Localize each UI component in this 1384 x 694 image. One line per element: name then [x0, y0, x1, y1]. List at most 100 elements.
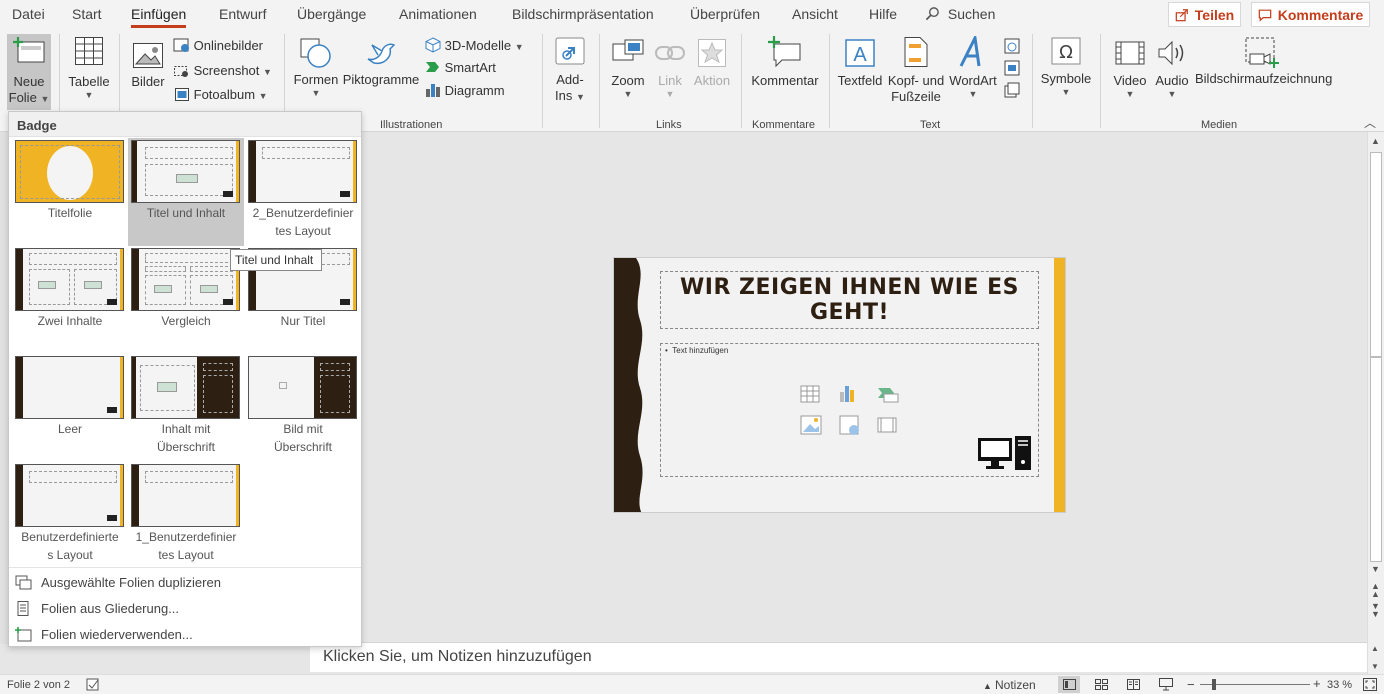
chevron-down-icon: ▼: [258, 91, 268, 101]
accessibility-check-icon[interactable]: [86, 678, 100, 691]
symbols-button[interactable]: Ω Symbole ▼: [1040, 34, 1092, 110]
scroll-thumb-lower[interactable]: [1370, 357, 1382, 562]
share-button[interactable]: Teilen: [1168, 2, 1241, 27]
addins-button[interactable]: Add- Ins ▼: [550, 34, 590, 110]
divider: [599, 34, 600, 128]
slides-from-outline-command[interactable]: Folien aus Gliederung...: [9, 597, 361, 621]
screen-recording-button[interactable]: Bildschirmaufzeichnung: [1195, 34, 1332, 110]
zoom-out-icon[interactable]: −: [1187, 677, 1195, 692]
scroll-down-icon[interactable]: ▼: [1371, 662, 1379, 671]
wordart-button[interactable]: WordArt ▼: [947, 34, 999, 110]
layout-2-benutzerdefiniertes[interactable]: 2_Benutzerdefinier tes Layout: [245, 138, 361, 246]
layout-bild-mit-ueberschrift[interactable]: Bild mit Überschrift: [245, 354, 361, 462]
table-label: Tabelle: [68, 74, 110, 89]
layout-thumbnail: [15, 140, 124, 203]
layout-benutzerdefiniertes[interactable]: Benutzerdefinierte s Layout: [12, 462, 128, 570]
new-slide-button[interactable]: Neue Folie ▼: [7, 34, 51, 110]
scroll-down-icon[interactable]: ▼: [1371, 564, 1380, 574]
tab-entwurf[interactable]: Entwurf: [219, 6, 266, 22]
thumb-wave: [16, 249, 23, 310]
chevron-down-icon: ▼: [514, 42, 524, 52]
icons-button[interactable]: Piktogramme: [342, 34, 420, 110]
reading-view-icon[interactable]: [1127, 679, 1140, 690]
zoom-slider-thumb[interactable]: [1212, 679, 1216, 690]
chart-label: Diagramm: [444, 83, 505, 98]
layout-titelfolie[interactable]: Titelfolie: [12, 138, 128, 246]
table-icon: [75, 37, 103, 65]
slide-title[interactable]: WIR ZEIGEN IHNEN WIE ES GEHT!: [660, 271, 1039, 329]
table-button[interactable]: Tabelle ▼: [66, 34, 112, 110]
slide-sorter-icon[interactable]: [1095, 679, 1108, 690]
tab-ansicht[interactable]: Ansicht: [792, 6, 838, 22]
zoom-level[interactable]: 33 %: [1327, 679, 1352, 691]
3d-models-label: 3D-Modelle: [444, 38, 512, 53]
textbox-button[interactable]: A Textfeld: [837, 34, 883, 110]
object-icon[interactable]: [1004, 82, 1020, 98]
reuse-slides-icon: [15, 627, 32, 642]
placeholder: [203, 363, 233, 371]
tab-animationen[interactable]: Animationen: [399, 6, 477, 22]
header-footer-button[interactable]: Kopf- und Fußzeile: [885, 34, 947, 110]
action-button[interactable]: Aktion: [692, 34, 732, 110]
tab-start[interactable]: Start: [72, 6, 102, 22]
reuse-slides-command[interactable]: Folien wiederverwenden...: [9, 623, 361, 647]
vertical-scrollbar[interactable]: ▲ ▼ ▲ ▲ ▼ ▼: [1367, 132, 1384, 644]
notes-field[interactable]: Klicken Sie, um Notizen hinzuzufügen: [310, 642, 1367, 672]
layout-titel-und-inhalt[interactable]: Titel und Inhalt: [128, 138, 244, 246]
date-time-icon[interactable]: [1004, 38, 1020, 54]
notes-toggle[interactable]: ▲ Notizen: [983, 678, 1036, 692]
slideshow-icon[interactable]: [1159, 678, 1173, 691]
duplicate-slides-command[interactable]: Ausgewählte Folien duplizieren: [9, 571, 361, 595]
current-slide[interactable]: WIR ZEIGEN IHNEN WIE ES GEHT! • Text hin…: [613, 257, 1066, 513]
previous-slide-icon[interactable]: ▲ ▲: [1371, 582, 1380, 599]
tab-bildschirmpraesentation[interactable]: Bildschirmpräsentation: [512, 6, 654, 22]
zoom-in-icon[interactable]: +: [1313, 676, 1321, 691]
fit-to-window-icon[interactable]: [1363, 678, 1377, 691]
search-box[interactable]: Suchen: [925, 6, 995, 22]
online-images-button[interactable]: Onlinebilder: [173, 38, 263, 53]
notes-scrollbar[interactable]: ▲ ▼: [1367, 642, 1384, 674]
chevron-down-icon: ▼: [968, 89, 978, 99]
zoom-slider-track[interactable]: [1200, 684, 1310, 685]
video-button[interactable]: Video ▼: [1109, 34, 1151, 110]
layout-zwei-inhalte[interactable]: Zwei Inhalte: [12, 246, 128, 354]
layout-inhalt-mit-ueberschrift[interactable]: Inhalt mit Überschrift: [128, 354, 244, 462]
collapse-ribbon-icon[interactable]: ︿: [1364, 114, 1376, 131]
smartart-button[interactable]: SmartArt: [425, 60, 496, 75]
layout-caption-line: 1_Benutzerdefinier: [135, 530, 237, 544]
tab-einfuegen[interactable]: Einfügen: [131, 6, 187, 28]
comments-label: Kommentare: [1277, 6, 1364, 23]
insert-smartart-icon: [878, 388, 899, 403]
scroll-thumb[interactable]: [1370, 152, 1382, 357]
film-icon: [1115, 41, 1145, 65]
content-placeholder[interactable]: • Text hinzufügen: [660, 343, 1039, 477]
tab-datei[interactable]: Datei: [12, 6, 45, 22]
slide-number-icon[interactable]: [1004, 60, 1020, 76]
chart-button[interactable]: Diagramm: [425, 82, 505, 98]
layout-1-benutzerdefiniertes[interactable]: 1_Benutzerdefinier tes Layout: [128, 462, 244, 570]
next-slide-icon[interactable]: ▼ ▼: [1371, 602, 1380, 619]
tab-hilfe[interactable]: Hilfe: [869, 6, 897, 22]
textbox-label: Textfeld: [837, 73, 883, 88]
chevron-down-icon: ▼: [1061, 87, 1071, 97]
comments-button[interactable]: Kommentare: [1251, 2, 1370, 27]
layout-vergleich[interactable]: Vergleich: [128, 246, 244, 354]
thumb-stripe: [120, 357, 123, 418]
link-button[interactable]: Link ▼: [652, 34, 688, 110]
shapes-button[interactable]: Formen ▼: [292, 34, 340, 110]
scroll-up-icon[interactable]: ▲: [1371, 136, 1380, 146]
comment-button[interactable]: Kommentar: [749, 34, 821, 110]
scroll-up-icon[interactable]: ▲: [1371, 644, 1379, 653]
audio-button[interactable]: Audio ▼: [1152, 34, 1192, 110]
outline-document-icon: [17, 601, 29, 616]
tab-uebergaenge[interactable]: Übergänge: [297, 6, 366, 22]
screenshot-button[interactable]: Screenshot ▼: [173, 63, 272, 78]
images-button[interactable]: Bilder: [128, 34, 168, 110]
tab-ueberpruefen[interactable]: Überprüfen: [690, 6, 760, 22]
content-icons: [84, 281, 102, 289]
textbox-icon: A: [845, 39, 875, 67]
layout-leer[interactable]: Leer: [12, 354, 128, 462]
3d-models-button[interactable]: 3D-Modelle ▼: [425, 37, 524, 53]
photo-album-button[interactable]: Fotoalbum ▼: [173, 87, 268, 102]
zoom-button[interactable]: Zoom ▼: [607, 34, 649, 110]
